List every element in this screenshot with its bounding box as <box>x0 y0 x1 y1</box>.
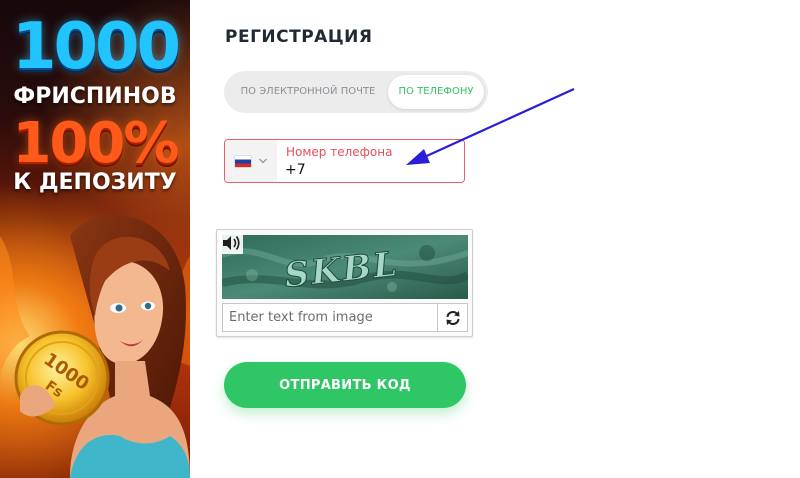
registration-page: 1000 ФРИСПИНОВ 100% К ДЕПОЗИТУ 1000 Fs Р… <box>0 0 800 478</box>
banner-deposit-label: К ДЕПОЗИТУ <box>13 170 177 195</box>
tab-email[interactable]: ПО ЭЛЕКТРОННОЙ ПОЧТЕ <box>230 75 386 109</box>
banner-character-illustration: 1000 Fs <box>0 215 190 478</box>
country-code-select[interactable] <box>225 140 277 182</box>
speaker-icon <box>219 232 243 254</box>
captcha-image: SKBL <box>222 235 468 299</box>
captcha-widget: SKBL <box>216 229 473 337</box>
banner-freespins-count: 1000 <box>11 10 181 84</box>
page-title: РЕГИСТРАЦИЯ <box>225 27 373 47</box>
annotation-arrow <box>406 87 575 165</box>
ru-flag-icon <box>235 156 251 167</box>
captcha-audio-button[interactable] <box>219 232 243 254</box>
chevron-down-icon <box>259 158 267 164</box>
phone-field-label: Номер телефона <box>286 145 393 159</box>
refresh-icon <box>446 311 460 325</box>
promo-banner[interactable]: 1000 ФРИСПИНОВ 100% К ДЕПОЗИТУ 1000 Fs <box>0 0 190 478</box>
captcha-input[interactable] <box>222 303 437 332</box>
send-code-button[interactable]: ОТПРАВИТЬ КОД <box>224 362 466 408</box>
captcha-refresh-button[interactable] <box>437 303 468 332</box>
